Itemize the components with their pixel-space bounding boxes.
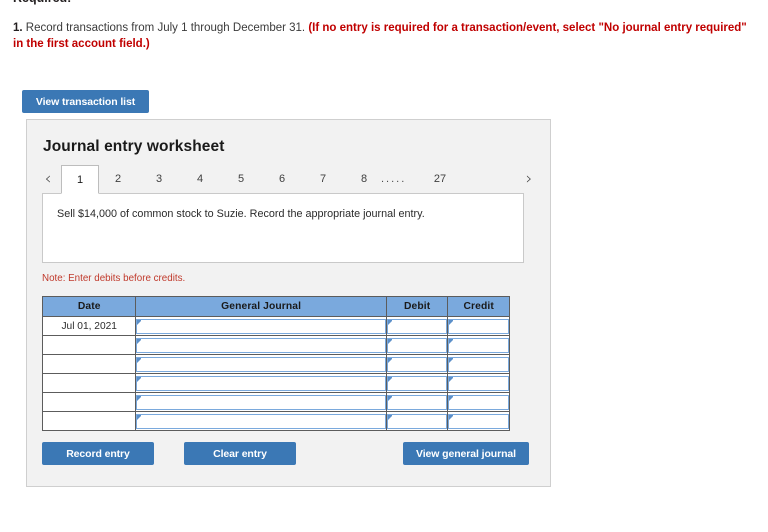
- debit-input-row-1[interactable]: [386, 318, 448, 334]
- general-journal-input-row-4[interactable]: [136, 375, 386, 391]
- table-row: [41, 373, 510, 393]
- date-cell-row-6[interactable]: [41, 411, 137, 431]
- debit-cell-row-6[interactable]: [385, 411, 449, 431]
- date-cell-row-2[interactable]: [41, 335, 137, 355]
- general-journal-input-row-1[interactable]: [136, 318, 386, 334]
- panel-title: Journal entry worksheet: [43, 138, 225, 155]
- instruction-text: 1. Record transactions from July 1 throu…: [13, 20, 753, 52]
- credit-cell-row-2[interactable]: [447, 335, 510, 355]
- page-tab-4[interactable]: 4: [193, 168, 207, 190]
- pagination-ellipsis: .....: [381, 173, 407, 185]
- credit-input-row-3[interactable]: [448, 356, 509, 372]
- debit-cell-row-2[interactable]: [385, 335, 449, 355]
- instruction-plain-text: Record transactions from July 1 through …: [25, 22, 306, 34]
- page-tab-6[interactable]: 6: [275, 168, 289, 190]
- debit-input-row-3[interactable]: [386, 356, 448, 372]
- credit-input-row-2[interactable]: [448, 337, 509, 353]
- chevron-right-icon[interactable]: ›: [520, 168, 538, 190]
- required-heading: Required:: [13, 0, 71, 5]
- column-header-general-journal: General Journal: [135, 296, 387, 317]
- page-tab-placeholder: [39, 168, 53, 190]
- credit-cell-row-3[interactable]: [447, 354, 510, 374]
- date-cell-row-1: Jul 01, 2021: [41, 316, 137, 336]
- table-row: Jul 01, 2021: [41, 316, 510, 336]
- credit-input-row-6[interactable]: [448, 413, 509, 429]
- general-journal-input-row-3[interactable]: [136, 356, 386, 372]
- general-journal-cell-row-4[interactable]: [135, 373, 387, 393]
- column-header-date: Date: [41, 296, 137, 317]
- column-header-credit: Credit: [447, 296, 510, 317]
- page-tab-5[interactable]: 5: [234, 168, 248, 190]
- general-journal-input-row-2[interactable]: [136, 337, 386, 353]
- general-journal-input-row-6[interactable]: [136, 413, 386, 429]
- column-header-debit: Debit: [385, 296, 449, 317]
- debit-cell-row-3[interactable]: [385, 354, 449, 374]
- credit-cell-row-1[interactable]: [447, 316, 510, 336]
- view-transaction-list-button[interactable]: View transaction list: [22, 90, 149, 113]
- transaction-description-box: Sell $14,000 of common stock to Suzie. R…: [42, 193, 524, 263]
- view-general-journal-button[interactable]: View general journal: [403, 442, 529, 465]
- debit-input-row-2[interactable]: [386, 337, 448, 353]
- table-header-row: Date General Journal Debit Credit: [41, 296, 510, 317]
- table-row: [41, 354, 510, 374]
- page-tab-7[interactable]: 7: [316, 168, 330, 190]
- debit-cell-row-5[interactable]: [385, 392, 449, 412]
- table-row: [41, 411, 510, 431]
- table-row: [41, 335, 510, 355]
- credit-input-row-5[interactable]: [448, 394, 509, 410]
- page-tab-3[interactable]: 3: [152, 168, 166, 190]
- general-journal-cell-row-1[interactable]: [135, 316, 387, 336]
- record-entry-button[interactable]: Record entry: [42, 442, 154, 465]
- clear-entry-button[interactable]: Clear entry: [184, 442, 296, 465]
- general-journal-cell-row-5[interactable]: [135, 392, 387, 412]
- general-journal-cell-row-6[interactable]: [135, 411, 387, 431]
- page-tab-2[interactable]: 2: [111, 168, 125, 190]
- general-journal-input-row-5[interactable]: [136, 394, 386, 410]
- credit-cell-row-5[interactable]: [447, 392, 510, 412]
- credit-input-row-4[interactable]: [448, 375, 509, 391]
- page-tab-27[interactable]: 27: [433, 168, 447, 190]
- instruction-number: 1.: [13, 22, 23, 34]
- credit-cell-row-6[interactable]: [447, 411, 510, 431]
- transaction-description-text: Sell $14,000 of common stock to Suzie. R…: [57, 208, 425, 220]
- page-tab-1[interactable]: 1: [61, 165, 99, 194]
- date-cell-row-4[interactable]: [41, 373, 137, 393]
- page-tab-8[interactable]: 8: [357, 168, 371, 190]
- worksheet-pagination: ‹ 1 2 3 4 5 6 7 8 ..... 27 ›: [39, 165, 539, 194]
- date-cell-row-3[interactable]: [41, 354, 137, 374]
- general-journal-cell-row-3[interactable]: [135, 354, 387, 374]
- debits-before-credits-note: Note: Enter debits before credits.: [42, 273, 186, 284]
- debit-cell-row-4[interactable]: [385, 373, 449, 393]
- credit-cell-row-4[interactable]: [447, 373, 510, 393]
- debit-input-row-5[interactable]: [386, 394, 448, 410]
- table-row: [41, 392, 510, 412]
- general-journal-cell-row-2[interactable]: [135, 335, 387, 355]
- debit-input-row-6[interactable]: [386, 413, 448, 429]
- journal-entry-worksheet-panel: Journal entry worksheet ‹ 1 2 3 4 5 6 7 …: [26, 119, 551, 487]
- credit-input-row-1[interactable]: [448, 318, 509, 334]
- debit-input-row-4[interactable]: [386, 375, 448, 391]
- date-cell-row-5[interactable]: [41, 392, 137, 412]
- journal-entry-table: Date General Journal Debit Credit Jul 01…: [41, 296, 510, 431]
- debit-cell-row-1[interactable]: [385, 316, 449, 336]
